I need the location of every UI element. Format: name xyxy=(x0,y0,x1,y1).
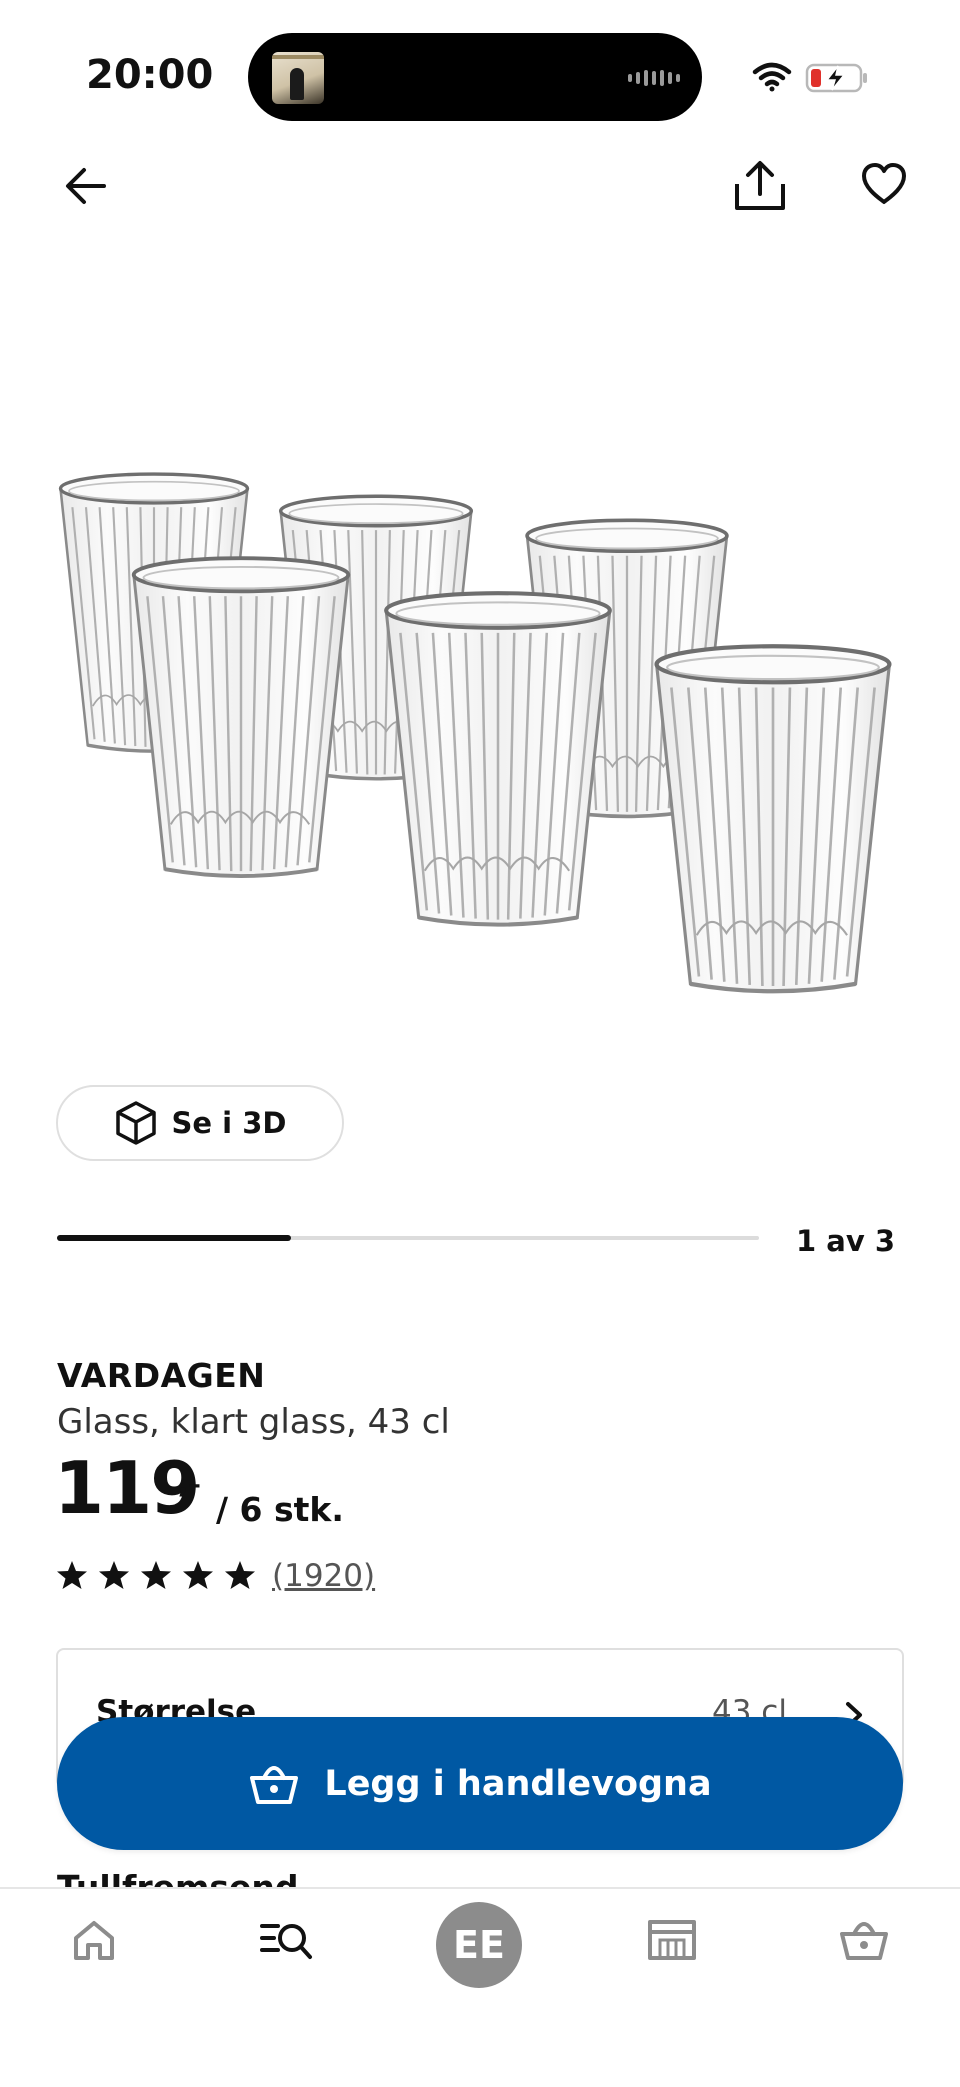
store-icon[interactable] xyxy=(646,1918,698,1962)
gallery-progress xyxy=(57,1235,759,1241)
product-description: Glass, klart glass, 43 cl xyxy=(57,1402,450,1442)
price-unit: / 6 stk. xyxy=(216,1490,344,1529)
view-3d-button[interactable]: Se i 3D xyxy=(56,1085,344,1161)
avatar[interactable]: EE xyxy=(436,1902,522,1988)
battery-charging-icon xyxy=(805,63,867,93)
basket-tab-icon[interactable] xyxy=(838,1918,890,1962)
product-name: VARDAGEN xyxy=(57,1356,266,1395)
status-time: 20:00 xyxy=(86,52,214,98)
gallery-progress-fill xyxy=(57,1235,291,1241)
star-icon xyxy=(183,1561,213,1589)
star-icon xyxy=(141,1561,171,1589)
star-icon xyxy=(57,1561,87,1589)
star-icon xyxy=(99,1561,129,1589)
star-icon xyxy=(225,1561,255,1589)
price-decimal: ,– xyxy=(178,1470,201,1500)
cube-3d-icon xyxy=(115,1101,156,1145)
back-arrow-icon[interactable] xyxy=(64,164,108,208)
gallery-counter: 1 av 3 xyxy=(796,1224,896,1258)
album-art-icon[interactable] xyxy=(272,52,324,104)
product-image[interactable] xyxy=(40,430,920,1040)
home-icon[interactable] xyxy=(72,1918,116,1962)
add-to-cart-button[interactable]: Legg i handlevogna xyxy=(57,1717,903,1850)
view-3d-label: Se i 3D xyxy=(171,1106,287,1140)
wifi-icon xyxy=(752,62,792,92)
rating-stars[interactable] xyxy=(56,1560,256,1590)
share-icon[interactable] xyxy=(732,160,788,212)
add-to-cart-label: Legg i handlevogna xyxy=(324,1763,712,1804)
heart-icon[interactable] xyxy=(860,162,908,206)
basket-icon xyxy=(250,1765,299,1804)
audio-waveform-icon xyxy=(628,70,680,86)
review-count-link[interactable]: (1920) xyxy=(272,1558,375,1594)
price-integer: 119 xyxy=(54,1446,200,1530)
search-icon[interactable] xyxy=(258,1918,314,1962)
